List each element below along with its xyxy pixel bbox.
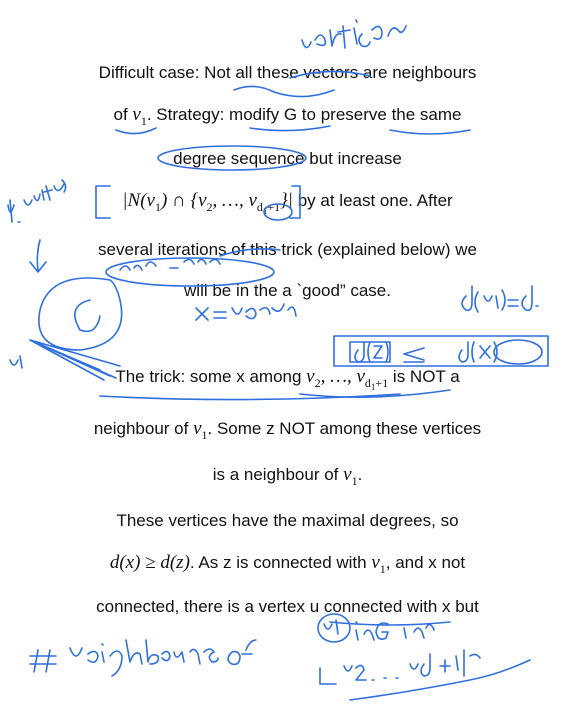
text: . Some z NOT among these vertices: [207, 419, 482, 438]
text-line-10: These vertices have the maximal degrees,…: [116, 511, 459, 530]
text-line-12: connected, there is a vertex u connected…: [96, 597, 479, 616]
math-v1: v1: [193, 418, 207, 442]
ink-wave: [233, 85, 335, 98]
t: v: [306, 366, 315, 387]
text: . As z is connected with: [189, 553, 372, 572]
text: The trick: some x among: [115, 367, 307, 386]
text: , and x not: [385, 553, 466, 572]
text-line-3: degree sequence but increase: [173, 149, 402, 168]
text: is NOT a: [388, 367, 460, 386]
ink-hash: [29, 649, 57, 673]
t: +1: [267, 200, 281, 214]
math-v1: v1: [132, 104, 146, 128]
text-line-6: will be in the a `good” case.: [184, 281, 391, 300]
text: . Strategy: modify G to preserve the sam…: [146, 105, 462, 124]
text: is a neighbour of: [212, 465, 344, 484]
t: v: [193, 418, 202, 439]
ink-vertices-word: [301, 19, 407, 49]
ink-v1-bottom: [323, 619, 339, 635]
math-degree-inequality: d(x) ≥ d(z): [109, 552, 190, 573]
t: |N(v: [122, 190, 155, 211]
ink-inner-loop: [74, 299, 101, 333]
text-line-2: of v1. Strategy: modify G to preserve th…: [0, 104, 575, 132]
ink-underline-u-connected: [329, 621, 451, 626]
ink-bottom-list: [319, 649, 481, 685]
math-range: v2, …, vd1+1: [306, 366, 389, 392]
ink-in-G: [355, 621, 389, 641]
text: by at least one. After: [292, 191, 453, 210]
text-line-11: d(x) ≥ d(z). As z is connected with v1, …: [0, 552, 575, 580]
text: of: [113, 105, 128, 124]
ink-in2: [403, 623, 435, 639]
t: }|: [280, 190, 293, 211]
text-line-4: |N(v1) ∩ {v2, …, vd1+1}| by at least one…: [0, 190, 575, 222]
ink-oval-v1-bottom: [317, 613, 351, 643]
ink-d-x: [458, 341, 498, 363]
t: , …, v: [212, 190, 257, 211]
t: ) ∩ {v: [160, 190, 207, 211]
text: .: [357, 465, 363, 484]
ink-of: [227, 639, 257, 666]
t: v: [343, 464, 352, 485]
var: v: [132, 104, 141, 125]
text-line-1: Difficult case: Not all these vectors ar…: [98, 63, 477, 82]
math-v1: v1: [371, 552, 385, 576]
ink-oval-dx: [493, 339, 543, 365]
text-line-8: neighbour of v1. Some z NOT among these …: [0, 418, 575, 446]
ink-neighbours-word: [69, 639, 219, 677]
t: v: [371, 552, 380, 573]
text: neighbour of: [93, 419, 194, 438]
text-line-5: several iterations of this trick (explai…: [98, 240, 477, 259]
ink-d-z: [354, 341, 425, 363]
ink-box-inequality: [333, 335, 549, 367]
t: +1: [375, 376, 389, 390]
ink-v-list-text: [119, 258, 221, 271]
math-v1: v1: [343, 464, 357, 488]
ink-bottom-underline: [349, 659, 531, 701]
set-expression: |N(v1) ∩ {v2, …, vd1+1}|: [122, 190, 293, 216]
t: , …, v: [320, 366, 365, 387]
ink-box-inner-z: [349, 341, 391, 363]
text-line-7: The trick: some x among v2, …, vd1+1 is …: [0, 366, 575, 398]
ink-x-eq: [195, 303, 297, 321]
text-line-9: is a neighbour of v1.: [0, 464, 575, 492]
